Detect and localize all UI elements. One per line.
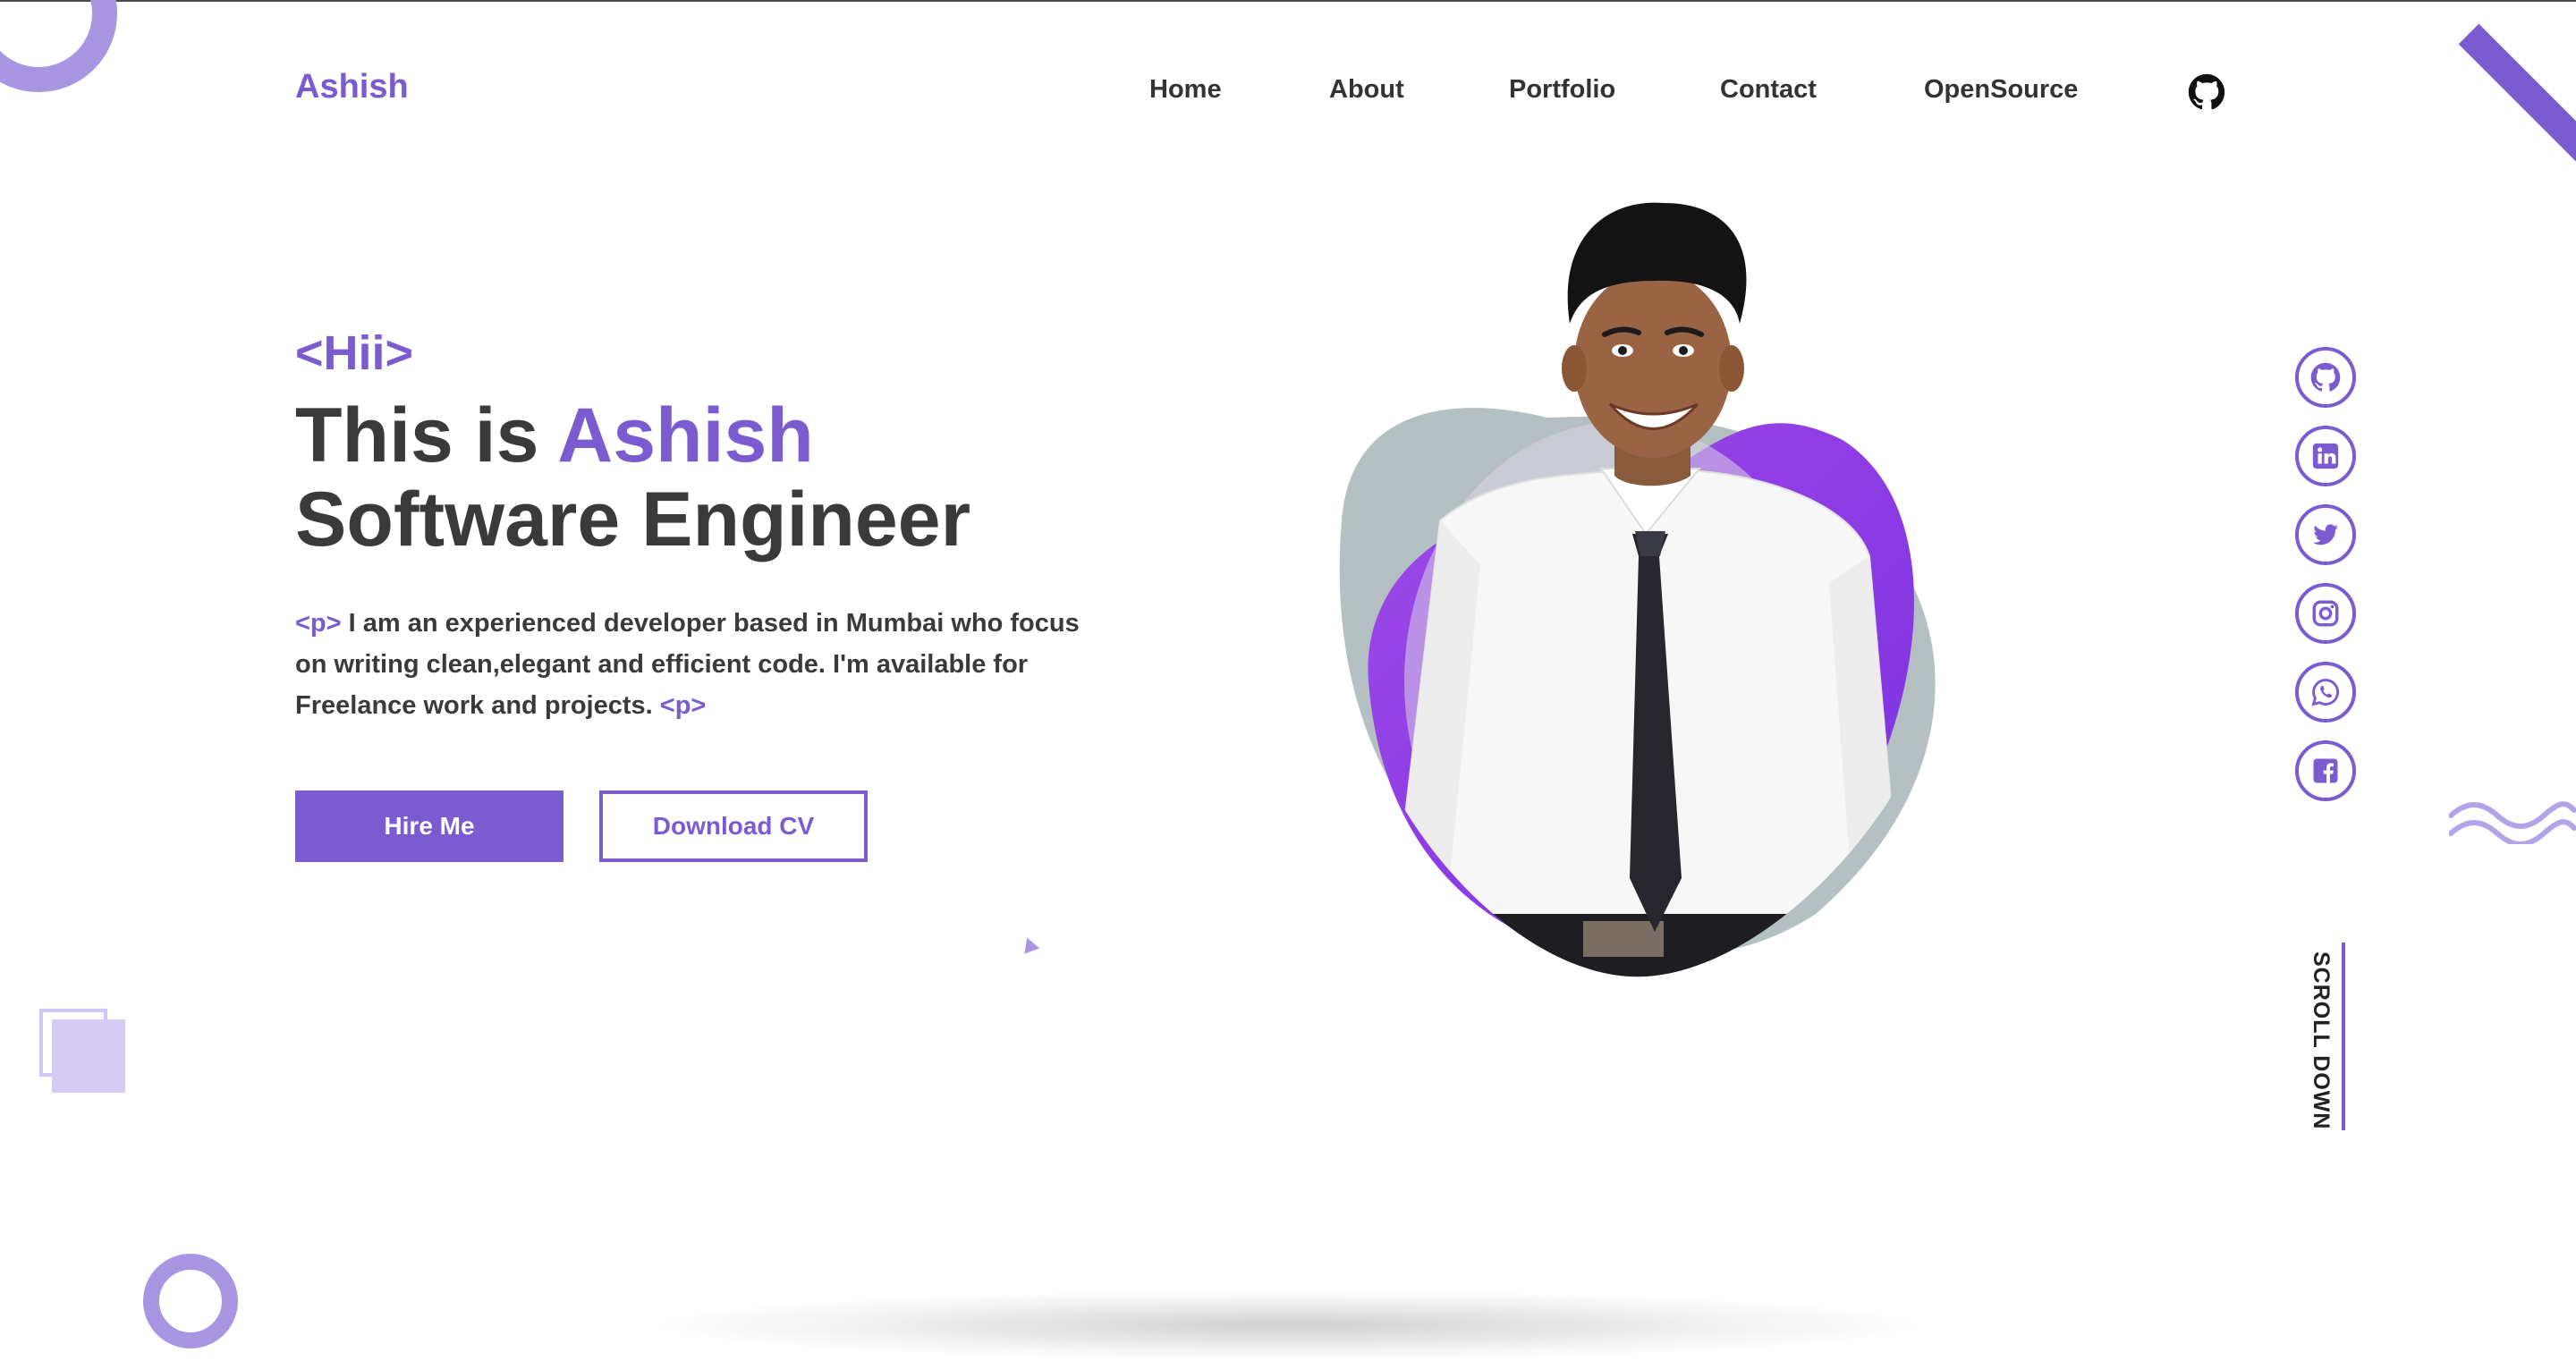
scroll-down-label: SCROLL DOWN xyxy=(2309,951,2334,1130)
decorative-ring xyxy=(143,1254,238,1348)
hero-title-name: Ashish xyxy=(557,393,814,478)
para-close-tag: <p> xyxy=(659,691,707,720)
next-section-shadow xyxy=(644,1289,1932,1361)
decorative-square xyxy=(52,1019,125,1093)
nav-home[interactable]: Home xyxy=(1149,75,1222,105)
decorative-triangle xyxy=(1019,934,1040,954)
hire-me-button[interactable]: Hire Me xyxy=(295,790,564,862)
social-facebook-icon[interactable] xyxy=(2295,740,2356,801)
decorative-ring xyxy=(0,0,117,92)
greeting-tag: <Hii> xyxy=(295,326,414,380)
social-github-icon[interactable] xyxy=(2295,347,2356,408)
profile-photo xyxy=(1339,202,1936,977)
social-whatsapp-icon[interactable] xyxy=(2295,662,2356,723)
decorative-stripe xyxy=(2458,23,2576,171)
social-twitter-icon[interactable] xyxy=(2295,504,2356,565)
decorative-wave-icon xyxy=(2449,801,2576,844)
nav-about[interactable]: About xyxy=(1329,75,1404,105)
scroll-down-line xyxy=(2342,943,2345,1130)
para-open-tag: <p> xyxy=(295,609,342,638)
scroll-down-indicator[interactable]: SCROLL DOWN xyxy=(2299,943,2352,1132)
hero-title: This is Ashish xyxy=(295,397,814,474)
social-instagram-icon[interactable] xyxy=(2295,583,2356,644)
github-icon[interactable] xyxy=(2188,73,2225,111)
site-logo[interactable]: Ashish xyxy=(295,68,409,106)
hero-description: <p> I am an experienced developer based … xyxy=(295,603,1082,726)
download-cv-button[interactable]: Download CV xyxy=(599,790,868,862)
social-linkedin-icon[interactable] xyxy=(2295,426,2356,486)
nav-opensource[interactable]: OpenSource xyxy=(1924,75,2078,105)
nav-contact[interactable]: Contact xyxy=(1720,75,1817,105)
hero-title-prefix: This is xyxy=(295,393,558,478)
nav-portfolio[interactable]: Portfolio xyxy=(1509,75,1615,105)
hero-subtitle: Software Engineer xyxy=(295,477,971,562)
